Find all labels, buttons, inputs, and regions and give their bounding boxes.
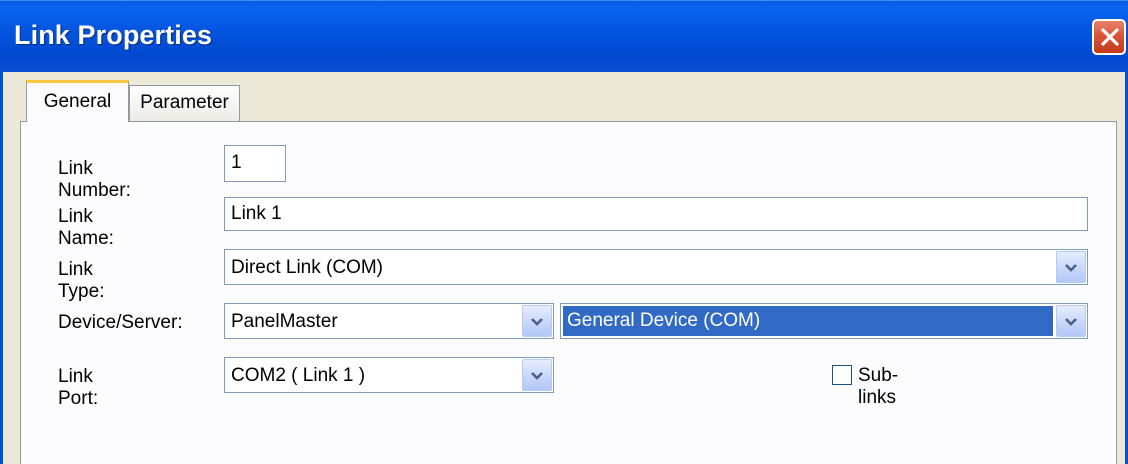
sub-links-label[interactable]: Sub-links [858, 365, 898, 409]
chevron-down-icon [531, 372, 543, 380]
tab-parameter-label: Parameter [140, 92, 229, 113]
link-name-label: Link Name: [58, 206, 114, 249]
sub-links-checkbox[interactable] [832, 365, 852, 385]
link-type-value: Direct Link (COM) [231, 257, 384, 278]
device-server-dropdown-button[interactable] [522, 305, 552, 337]
close-icon [1101, 28, 1119, 46]
window-title: Link Properties [14, 20, 213, 50]
chevron-down-icon [531, 318, 543, 326]
link-port-value: COM2 ( Link 1 ) [231, 365, 366, 386]
title-bar[interactable]: Link Properties [0, 0, 1128, 72]
link-type-label: Link Type: [58, 259, 105, 302]
link-port-dropdown-button[interactable] [522, 359, 552, 391]
tab-general[interactable]: General [26, 80, 129, 122]
device-server-value: PanelMaster [231, 311, 338, 332]
device-server-label: Device/Server: [58, 312, 183, 333]
tab-parameter[interactable]: Parameter [129, 85, 240, 121]
link-type-dropdown-button[interactable] [1056, 251, 1086, 283]
link-port-label: Link Port: [58, 366, 99, 409]
window-frame-left [0, 72, 3, 464]
link-number-field[interactable]: 1 [224, 145, 286, 182]
chevron-down-icon [1065, 264, 1077, 272]
link-number-label: Link Number: [58, 158, 131, 201]
link-port-select[interactable]: COM2 ( Link 1 ) [224, 357, 554, 393]
general-tab-panel [20, 121, 1117, 464]
device-server-select[interactable]: PanelMaster [224, 303, 554, 339]
tab-general-label: General [43, 91, 112, 112]
link-name-field[interactable]: Link 1 [224, 197, 1088, 231]
device-type-value: General Device (COM) [563, 306, 1053, 336]
close-button[interactable] [1092, 19, 1126, 55]
link-type-select[interactable]: Direct Link (COM) [224, 249, 1088, 285]
device-type-select[interactable]: General Device (COM) [560, 303, 1088, 339]
chevron-down-icon [1065, 318, 1077, 326]
device-type-dropdown-button[interactable] [1056, 305, 1086, 337]
